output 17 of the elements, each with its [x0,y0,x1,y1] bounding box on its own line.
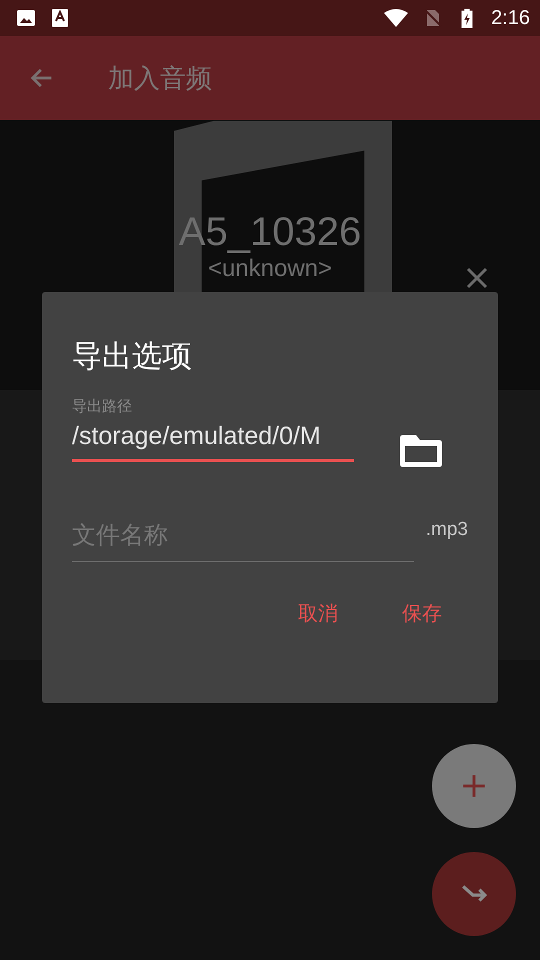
field-label: 导出路径 [72,397,133,416]
close-icon[interactable] [465,266,489,290]
folder-icon[interactable] [400,435,442,467]
path-field[interactable]: 导出路径 /storage/emulated/0/M [72,397,354,462]
dialog-title: 导出选项 [72,338,192,376]
file-extension: .mp3 [426,519,468,541]
clock-time: 2:16 [491,6,530,30]
save-button[interactable]: 保存 [390,592,454,635]
font-icon [50,8,70,28]
wifi-icon [383,8,410,28]
image-icon [16,8,36,28]
cancel-button[interactable]: 取消 [286,592,350,635]
screen-title: 加入音频 [108,62,212,96]
plus-icon [461,773,487,799]
track-artist: <unknown> [208,255,332,283]
field-value: /storage/emulated/0/M [72,422,322,451]
track-title: A5_10326 [178,210,362,255]
